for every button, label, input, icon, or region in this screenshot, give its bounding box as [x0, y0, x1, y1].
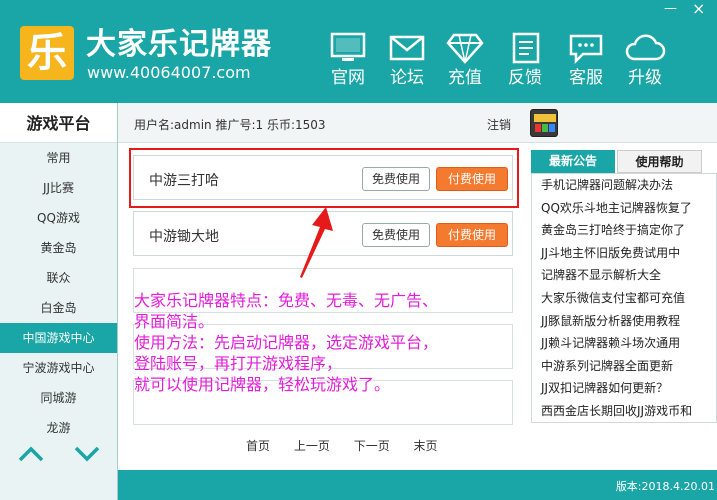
slot-machine-icon[interactable] — [530, 109, 558, 137]
right-panel-tabs: 最新公告 使用帮助 — [531, 150, 706, 173]
logout-link[interactable]: 注销 — [487, 116, 511, 133]
sidebar-item-qq-game[interactable]: QQ游戏 — [0, 203, 117, 233]
platform-sidebar: 游戏平台 常用 JJ比赛 QQ游戏 黄金岛 联众 白金岛 中国游戏中心 宁波游戏… — [0, 103, 118, 500]
description-line: 界面简洁。 — [134, 312, 215, 331]
close-button[interactable]: × — [692, 1, 705, 17]
scroll-up-button[interactable] — [18, 446, 44, 465]
next-page-link[interactable]: 下一页 — [354, 439, 390, 453]
news-item[interactable]: QQ欢乐斗地主记牌器恢复了 — [532, 197, 716, 220]
news-item[interactable]: 手机记牌器问题解决办法 — [532, 174, 716, 197]
news-item[interactable]: 黄金岛三打哈终于搞定你了 — [532, 219, 716, 242]
sidebar-item-ningbo-game-center[interactable]: 宁波游戏中心 — [0, 353, 117, 383]
chevron-up-icon — [18, 446, 44, 462]
sidebar-item-longyou[interactable]: 龙游 — [0, 413, 117, 443]
nav-forum[interactable]: 论坛 — [380, 32, 434, 92]
chat-icon — [569, 34, 603, 64]
chevron-down-icon — [74, 446, 100, 462]
sidebar-item-tongchengyou[interactable]: 同城游 — [0, 383, 117, 413]
nav-label: 官网 — [331, 68, 365, 88]
description-line: 登陆账号，再打开游戏程序， — [134, 354, 343, 373]
app-logo: 乐 — [20, 26, 74, 80]
scroll-down-button[interactable] — [74, 446, 100, 465]
red-arrow-annotation — [300, 207, 333, 278]
announcement-list: 手机记牌器问题解决办法 QQ欢乐斗地主记牌器恢复了 黄金岛三打哈终于搞定你了 J… — [531, 173, 717, 423]
sidebar-item-huangjindao[interactable]: 黄金岛 — [0, 233, 117, 263]
news-item[interactable]: 记牌器不显示解析大全 — [532, 264, 716, 287]
nav-label: 反馈 — [508, 68, 542, 88]
free-use-button[interactable]: 免费使用 — [362, 223, 430, 247]
app-header: — × 乐 大家乐记牌器 www.40064007.com 官网 论坛 充值 反… — [0, 0, 717, 103]
news-item[interactable]: 西西金店长期回收JJ游戏币和 — [532, 400, 716, 422]
status-bar: 版本:2018.4.20.01 — [118, 470, 717, 500]
cloud-icon — [625, 34, 666, 61]
description-line: 就可以使用记牌器，轻松玩游戏了。 — [134, 375, 391, 394]
nav-label: 论坛 — [390, 68, 424, 88]
minimize-button[interactable]: — — [664, 2, 677, 16]
brand-url: www.40064007.com — [87, 63, 251, 82]
nav-label: 升级 — [628, 68, 662, 88]
prev-page-link[interactable]: 上一页 — [294, 439, 330, 453]
news-item[interactable]: JJ赖斗记牌器赖斗场次通用 — [532, 332, 716, 355]
version-label: 版本:2018.4.20.01 — [615, 480, 715, 493]
nav-upgrade[interactable]: 升级 — [618, 32, 672, 92]
nav-label: 客服 — [569, 68, 603, 88]
tab-announcements[interactable]: 最新公告 — [531, 150, 615, 173]
sidebar-item-china-game-center[interactable]: 中国游戏中心 — [0, 323, 117, 353]
description-line: 大家乐记牌器特点：免费、无毒、无广告、 — [134, 291, 439, 310]
sidebar-title: 游戏平台 — [0, 103, 117, 143]
news-item[interactable]: JJ豚鼠新版分析器使用教程 — [532, 310, 716, 333]
feature-description: 大家乐记牌器特点：免费、无毒、无广告、 界面简洁。 使用方法：先启动记牌器，选定… — [134, 290, 514, 395]
sidebar-item-lianzhong[interactable]: 联众 — [0, 263, 117, 293]
description-line: 使用方法：先启动记牌器，选定游戏平台， — [134, 333, 439, 352]
nav-label: 充值 — [448, 68, 482, 88]
nav-recharge[interactable]: 充值 — [438, 32, 492, 92]
first-page-link[interactable]: 首页 — [246, 439, 270, 453]
user-info-text: 用户名:admin 推广号:1 乐币:1503 — [134, 118, 326, 132]
paid-use-button[interactable]: 付费使用 — [436, 223, 508, 247]
sidebar-item-common[interactable]: 常用 — [0, 143, 117, 173]
user-info-bar: 用户名:admin 推广号:1 乐币:1503 注销 — [118, 103, 717, 143]
sidebar-item-jj-match[interactable]: JJ比赛 — [0, 173, 117, 203]
sidebar-scroll-controls — [0, 440, 117, 470]
platform-list: 常用 JJ比赛 QQ游戏 黄金岛 联众 白金岛 中国游戏中心 宁波游戏中心 同城… — [0, 143, 117, 443]
news-item[interactable]: 中游系列记牌器全面更新 — [532, 355, 716, 378]
nav-support[interactable]: 客服 — [559, 32, 613, 92]
nav-official-site[interactable]: 官网 — [321, 32, 375, 92]
game-name: 中游锄大地 — [149, 229, 219, 245]
news-item[interactable]: 大家乐微信支付宝都可充值 — [532, 287, 716, 310]
diamond-icon — [446, 33, 484, 64]
highlight-frame — [129, 148, 519, 208]
envelope-icon — [389, 35, 425, 61]
document-icon — [512, 32, 540, 64]
news-item[interactable]: JJ双扣记牌器如何更新？ — [532, 377, 716, 400]
pagination: 首页 上一页 下一页 末页 — [246, 437, 458, 454]
news-item[interactable]: JJ斗地主怀旧版免费试用中 — [532, 242, 716, 265]
monitor-icon — [330, 32, 366, 61]
sidebar-item-baijindao[interactable]: 白金岛 — [0, 293, 117, 323]
nav-feedback[interactable]: 反馈 — [498, 32, 552, 92]
last-page-link[interactable]: 末页 — [414, 439, 438, 453]
brand-name: 大家乐记牌器 — [86, 27, 272, 62]
tab-help[interactable]: 使用帮助 — [617, 150, 702, 173]
